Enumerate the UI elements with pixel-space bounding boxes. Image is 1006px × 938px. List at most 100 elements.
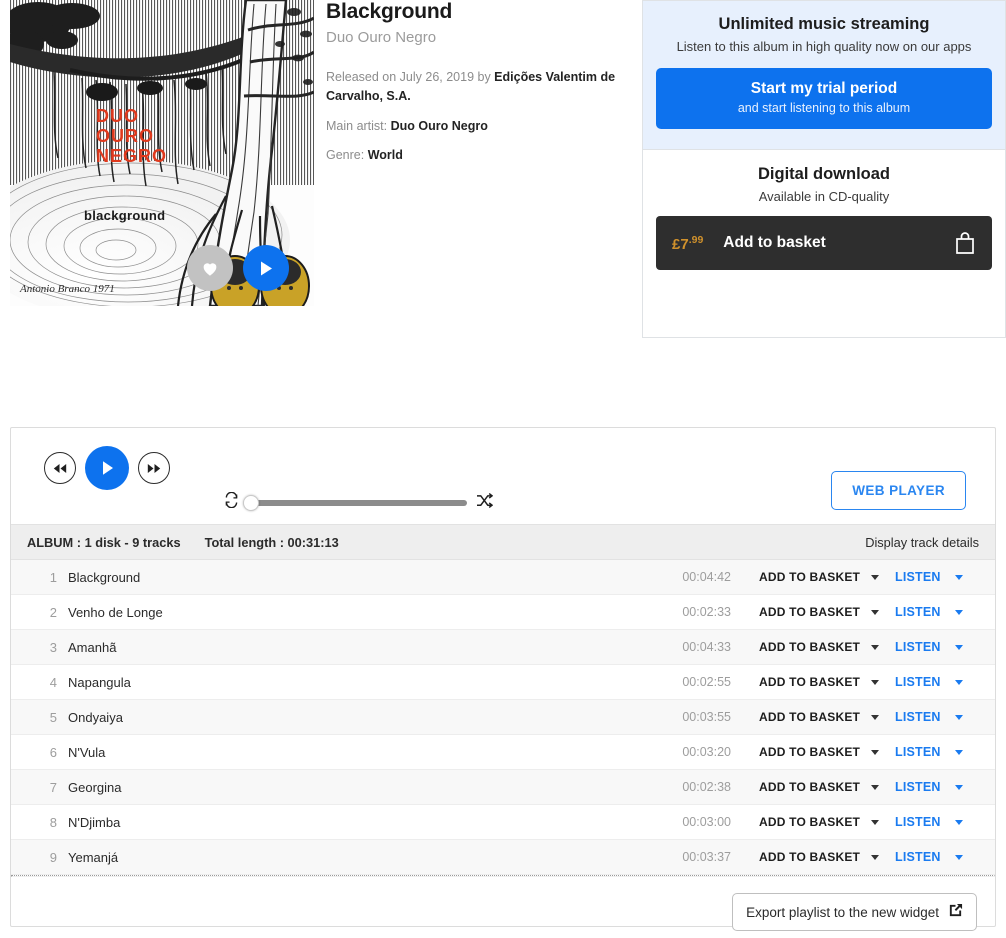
track-add-to-basket-button[interactable]: ADD TO BASKET [731,850,881,864]
table-row[interactable]: 8 N'Djimba 00:03:00 ADD TO BASKET LISTEN [11,805,995,840]
fast-forward-icon[interactable] [138,452,170,484]
album-artist[interactable]: Duo Ouro Negro [326,29,626,46]
track-title[interactable]: N'Djimba [68,815,669,830]
shuffle-icon[interactable] [476,492,494,513]
track-listen-button[interactable]: LISTEN [881,815,979,829]
track-listen-button[interactable]: LISTEN [881,780,979,794]
track-listen-label: LISTEN [895,710,941,724]
chevron-down-icon[interactable] [954,749,963,755]
track-add-to-basket-label: ADD TO BASKET [759,850,861,864]
album-header-section: DUO OURO NEGRO blackground Antonio Branc… [0,0,1006,345]
album-cover[interactable]: DUO OURO NEGRO blackground Antonio Branc… [10,0,314,306]
chevron-down-icon[interactable] [871,679,880,685]
track-title[interactable]: Yemanjá [68,850,669,865]
track-title[interactable]: Amanhã [68,640,669,655]
chevron-down-icon[interactable] [954,714,963,720]
play-icon[interactable] [85,446,129,490]
svg-text:Antonio Branco 1971: Antonio Branco 1971 [19,283,115,295]
chevron-down-icon[interactable] [954,609,963,615]
chevron-down-icon[interactable] [871,819,880,825]
track-add-to-basket-button[interactable]: ADD TO BASKET [731,640,881,654]
chevron-down-icon[interactable] [954,784,963,790]
track-add-to-basket-label: ADD TO BASKET [759,710,861,724]
track-add-to-basket-button[interactable]: ADD TO BASKET [731,780,881,794]
track-title[interactable]: N'Vula [68,745,669,760]
table-row[interactable]: 4 Napangula 00:02:55 ADD TO BASKET LISTEN [11,665,995,700]
chevron-down-icon[interactable] [954,644,963,650]
track-listen-button[interactable]: LISTEN [881,710,979,724]
web-player-button[interactable]: WEB PLAYER [831,471,966,510]
table-row[interactable]: 3 Amanhã 00:04:33 ADD TO BASKET LISTEN [11,630,995,665]
table-row[interactable]: 5 Ondyaiya 00:03:55 ADD TO BASKET LISTEN [11,700,995,735]
track-title[interactable]: Napangula [68,675,669,690]
track-listen-button[interactable]: LISTEN [881,745,979,759]
track-listen-button[interactable]: LISTEN [881,570,979,584]
rewind-icon[interactable] [44,452,76,484]
export-playlist-button[interactable]: Export playlist to the new widget [732,893,977,931]
chevron-down-icon[interactable] [954,679,963,685]
track-listen-button[interactable]: LISTEN [881,850,979,864]
chevron-down-icon[interactable] [871,714,880,720]
track-add-to-basket-label: ADD TO BASKET [759,780,861,794]
track-add-to-basket-label: ADD TO BASKET [759,570,861,584]
table-row[interactable]: 1 Blackground 00:04:42 ADD TO BASKET LISTEN [11,560,995,595]
tracklist-footer: Export playlist to the new widget [11,877,995,931]
track-list: 1 Blackground 00:04:42 ADD TO BASKET LISTEN 2… [11,560,995,875]
track-title[interactable]: Venho de Longe [68,605,669,620]
track-listen-label: LISTEN [895,780,941,794]
track-add-to-basket-button[interactable]: ADD TO BASKET [731,605,881,619]
track-duration: 00:03:55 [682,710,731,724]
chevron-down-icon[interactable] [871,609,880,615]
chevron-down-icon[interactable] [871,854,880,860]
track-duration: 00:04:42 [682,570,731,584]
main-artist-value[interactable]: Duo Ouro Negro [391,119,488,133]
chevron-down-icon[interactable] [954,854,963,860]
player-controls-row: WEB PLAYER [11,428,995,524]
chevron-down-icon[interactable] [871,574,880,580]
chevron-down-icon[interactable] [954,574,963,580]
track-add-to-basket-button[interactable]: ADD TO BASKET [731,745,881,759]
track-add-to-basket-button[interactable]: ADD TO BASKET [731,815,881,829]
genre-value[interactable]: World [368,148,403,162]
chevron-down-icon[interactable] [871,784,880,790]
chevron-down-icon[interactable] [871,644,880,650]
track-number: 9 [49,849,57,865]
track-add-to-basket-button[interactable]: ADD TO BASKET [731,570,881,584]
seek-slider-handle[interactable] [243,494,259,511]
seek-slider[interactable] [243,494,467,511]
track-listen-button[interactable]: LISTEN [881,675,979,689]
table-row[interactable]: 6 N'Vula 00:03:20 ADD TO BASKET LISTEN [11,735,995,770]
track-duration: 00:02:55 [682,675,731,689]
genre-label: Genre: [326,148,368,163]
track-add-to-basket-button[interactable]: ADD TO BASKET [731,710,881,724]
heart-icon[interactable] [187,245,233,291]
table-row[interactable]: 2 Venho de Longe 00:02:33 ADD TO BASKET LIST… [11,595,995,630]
track-title[interactable]: Blackground [68,570,669,585]
track-listen-label: LISTEN [895,745,941,759]
download-title: Digital download [758,165,890,183]
streaming-title: Unlimited music streaming [718,15,930,33]
add-to-basket-button[interactable]: £7.99 Add to basket [656,216,992,270]
track-add-to-basket-label: ADD TO BASKET [759,640,861,654]
track-title[interactable]: Georgina [68,780,669,795]
track-number: 8 [49,814,57,830]
price-value: £7.99 [672,234,703,253]
track-number: 7 [49,779,57,795]
track-title[interactable]: Ondyaiya [68,710,669,725]
streaming-subtitle: Listen to this album in high quality now… [676,39,972,54]
start-trial-button[interactable]: Start my trial period and start listenin… [656,68,992,129]
track-duration: 00:02:33 [682,605,731,619]
track-listen-label: LISTEN [895,570,941,584]
repeat-icon[interactable] [223,491,240,513]
track-listen-button[interactable]: LISTEN [881,640,979,654]
play-icon[interactable] [243,245,289,291]
chevron-down-icon[interactable] [871,749,880,755]
display-track-details-link[interactable]: Display track details [865,535,979,550]
table-row[interactable]: 9 Yemanjá 00:03:37 ADD TO BASKET LISTEN [11,840,995,875]
table-row[interactable]: 7 Georgina 00:02:38 ADD TO BASKET LISTEN [11,770,995,805]
track-listen-button[interactable]: LISTEN [881,605,979,619]
chevron-down-icon[interactable] [954,819,963,825]
album-total-length: Total length : 00:31:13 [204,534,339,550]
track-add-to-basket-button[interactable]: ADD TO BASKET [731,675,881,689]
purchase-panel: Unlimited music streaming Listen to this… [642,0,1006,338]
